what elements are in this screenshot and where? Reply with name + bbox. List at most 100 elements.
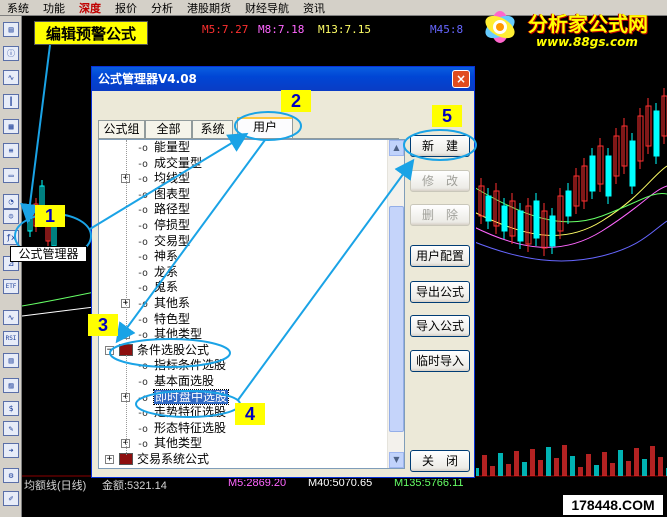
table-icon[interactable]: ▤	[3, 22, 19, 37]
indicator-statusbar: 均额线(日线) 金额:5321.14 M5:2869.20 M40:5070.6…	[22, 477, 667, 492]
volume-bar	[506, 464, 511, 476]
export-formula-button[interactable]: 导出公式	[410, 281, 470, 303]
menu-item-2[interactable]: 深度	[72, 0, 108, 16]
close-button[interactable]: 关 闭	[410, 450, 470, 472]
menu-item-6[interactable]: 财经导航	[238, 0, 296, 16]
close-icon[interactable]: ×	[452, 70, 470, 88]
tree-node[interactable]: -o 基本面选股	[137, 373, 214, 389]
scroll-down-icon[interactable]: ▼	[389, 452, 404, 468]
tree-node[interactable]: -o 其他类型	[137, 326, 202, 342]
tree-node-label: 路径型	[154, 202, 191, 217]
tab-user[interactable]: 用户	[237, 117, 293, 139]
menu-item-4[interactable]: 分析	[144, 0, 180, 16]
volume-bar	[650, 446, 655, 476]
edit-icon[interactable]: ✐	[3, 491, 19, 506]
arrow-icon[interactable]: ➜	[3, 443, 19, 458]
dollar-icon[interactable]: $	[3, 401, 19, 416]
tab-system[interactable]: 系统	[192, 120, 233, 139]
tree-node[interactable]: -o 鬼系	[137, 279, 178, 295]
tree-node[interactable]: -o 特色型	[137, 311, 190, 327]
amount-value: 金额:5321.14	[102, 480, 167, 492]
grid-icon[interactable]: ▦	[3, 119, 19, 134]
scroll-thumb[interactable]	[389, 206, 404, 432]
tree-guide-line	[126, 355, 127, 455]
menu-item-3[interactable]: 报价	[108, 0, 144, 16]
tree-node[interactable]: 交易系统公式	[119, 451, 209, 467]
gear-icon[interactable]: ⚙	[3, 468, 19, 483]
tree-node-label: 交易型	[154, 233, 191, 248]
tree-node[interactable]: -o 神系	[137, 248, 178, 264]
tree-node[interactable]: -o 图表型	[137, 186, 190, 202]
scroll-up-icon[interactable]: ▲	[389, 140, 404, 156]
m40-value: M40:5070.65	[308, 477, 373, 489]
volume-bar	[570, 456, 575, 476]
tree-node[interactable]: -o 能量型	[137, 140, 190, 155]
tree-node[interactable]: -o 路径型	[137, 201, 190, 217]
indicator-name: 均额线(日线)	[24, 480, 87, 492]
tree-node[interactable]: -o 停损型	[137, 217, 190, 233]
candle-icon[interactable]: ┃	[3, 94, 19, 109]
people-icon[interactable]: ☺	[3, 209, 19, 224]
candle-body	[565, 190, 572, 217]
etf-icon[interactable]: ETF	[3, 279, 19, 294]
tree-node[interactable]: -o 走势特征选股	[137, 404, 226, 420]
import-formula-button[interactable]: 导入公式	[410, 315, 470, 337]
volume-bar	[610, 463, 615, 476]
line-chart-icon[interactable]: ∿	[3, 70, 19, 85]
expand-icon[interactable]: +	[105, 455, 114, 464]
formula-fx-icon[interactable]: ƒx	[3, 230, 19, 245]
tree-scrollbar[interactable]: ▲ ▼	[387, 140, 404, 468]
candle-body	[533, 200, 540, 239]
menu-item-7[interactable]: 资讯	[296, 0, 332, 16]
volume-bar	[562, 445, 567, 476]
tree-node-label: 基本面选股	[154, 374, 215, 388]
list-icon[interactable]: ≡	[3, 143, 19, 158]
new-button[interactable]: 新 建	[410, 135, 470, 157]
step-badge-5: 5	[432, 105, 462, 127]
doc-icon[interactable]: ▭	[3, 168, 19, 183]
tree-node[interactable]: -o 交易型	[137, 233, 190, 249]
tree-node[interactable]: -o 成交量型	[137, 155, 202, 171]
tree-node[interactable]: -o 形态特征选股	[137, 420, 226, 436]
tree-node[interactable]: -o 均线型	[137, 170, 190, 186]
volume-bar	[642, 459, 647, 476]
layout-icon[interactable]: ▥	[3, 353, 19, 368]
step-badge-2: 2	[281, 90, 311, 112]
pie-icon[interactable]: ◔	[3, 194, 19, 209]
info-icon[interactable]: ⓘ	[3, 46, 19, 61]
menu-item-0[interactable]: 系统	[0, 0, 36, 16]
wave-icon[interactable]: ∿	[3, 310, 19, 325]
annotation-title: 编辑预警公式	[34, 21, 148, 45]
ma-value-3: M45:8	[430, 23, 464, 36]
tree-node[interactable]: -o 其他系	[137, 295, 190, 311]
volume-bar	[602, 452, 607, 476]
chart-icon[interactable]: ▨	[3, 378, 19, 393]
tree-node-label: 走势特征选股	[154, 405, 227, 420]
collapse-icon[interactable]: −	[105, 345, 114, 355]
candle-body	[485, 195, 492, 222]
tab-all[interactable]: 全部	[145, 120, 192, 139]
tab-formula-group[interactable]: 公式组	[98, 120, 145, 139]
dialog-titlebar[interactable]: 公式管理器V4.08 ×	[92, 67, 474, 91]
rsi-icon[interactable]: RSI	[3, 331, 19, 346]
tree-node[interactable]: -o 指标条件选股	[137, 357, 226, 373]
delete-button[interactable]: 删 除	[410, 204, 470, 226]
volume-bar	[594, 465, 599, 476]
formula-manager-dialog: 公式管理器V4.08 × 公式组 全部 系统 用户 -o 能量型 -o 成交量型 + -o…	[91, 66, 475, 478]
pen-icon[interactable]: ✎	[3, 421, 19, 436]
tree-node[interactable]: -o 龙系	[137, 264, 178, 280]
volume-bar	[554, 458, 559, 476]
user-config-button[interactable]: 用户配置	[410, 245, 470, 267]
tree-node[interactable]: 条件选股公式	[119, 342, 209, 358]
ma-value-2: M13:7.15	[318, 23, 371, 36]
tree-node[interactable]: -o 其他类型	[137, 435, 202, 451]
volume-bar	[498, 453, 503, 476]
tree-node-label: 其他类型	[154, 327, 203, 342]
edit-button[interactable]: 修 改	[410, 170, 470, 192]
tree-node[interactable]: -o 即时盘中选股	[137, 388, 230, 405]
temp-import-button[interactable]: 临时导入	[410, 350, 470, 372]
volume-bar	[522, 462, 527, 476]
menu-item-5[interactable]: 港股期货	[180, 0, 238, 16]
ma-value-0: M5:7.27	[202, 23, 249, 36]
menu-item-1[interactable]: 功能	[36, 0, 72, 16]
